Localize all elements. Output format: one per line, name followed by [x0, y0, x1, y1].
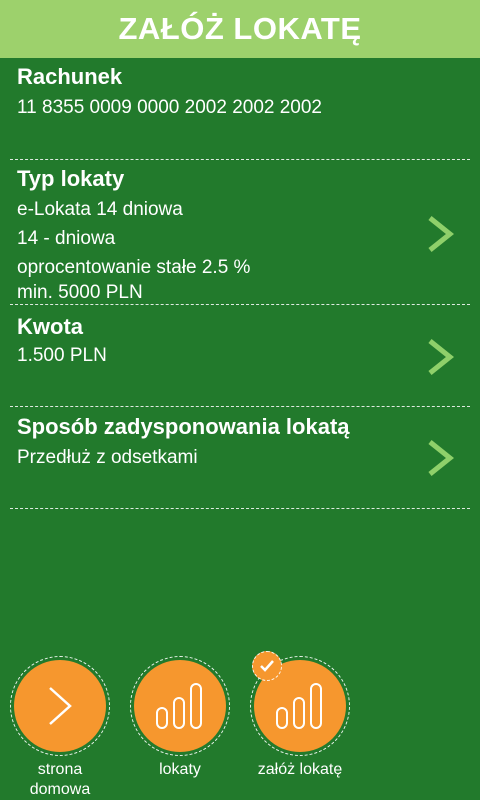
chevron-right-icon[interactable] — [420, 438, 460, 478]
disposition-section[interactable]: Sposób zadysponowania lokatą Przedłuż z … — [0, 407, 480, 509]
nav-home-label: strona domowa — [0, 760, 120, 800]
amount-section[interactable]: Kwota 1.500 PLN — [0, 305, 480, 407]
divider — [10, 508, 470, 509]
amount-value: 1.500 PLN — [17, 345, 107, 366]
page-header: ZAŁÓŻ LOKATĘ — [0, 0, 480, 58]
nav-deposits-label: lokaty — [159, 761, 201, 778]
amount-title: Kwota — [17, 314, 83, 339]
check-icon — [260, 660, 274, 672]
chevron-right-icon[interactable] — [420, 214, 460, 254]
deposit-type-minimum: min. 5000 PLN — [17, 282, 143, 303]
nav-open-deposit-label: załóż lokatę — [257, 761, 343, 778]
disposition-value: Przedłuż z odsetkami — [17, 447, 198, 468]
bars-icon — [156, 683, 202, 729]
nav-home-button[interactable]: strona domowa — [10, 656, 110, 800]
deposit-type-rate: oprocentowanie stałe 2.5 % — [17, 257, 251, 278]
arrow-right-icon — [49, 687, 72, 725]
account-title: Rachunek — [17, 64, 123, 89]
deposit-type-title: Typ lokaty — [17, 166, 125, 191]
nav-home-label-line2: domowa — [29, 781, 91, 798]
deposit-type-section[interactable]: Typ lokaty e-Lokata 14 dniowa 14 - dniow… — [0, 160, 480, 306]
deposit-type-period: 14 - dniowa — [17, 228, 116, 249]
disposition-title: Sposób zadysponowania lokatą — [17, 414, 350, 439]
selected-badge — [252, 651, 282, 681]
chevron-right-icon[interactable] — [420, 337, 460, 377]
nav-open-deposit-button[interactable]: załóż lokatę — [250, 651, 350, 800]
account-section[interactable]: Rachunek 11 8355 0009 0000 2002 2002 200… — [0, 58, 480, 160]
page-title: ZAŁÓŻ LOKATĘ — [118, 11, 362, 46]
account-number: 11 8355 0009 0000 2002 2002 2002 — [17, 97, 323, 118]
nav-deposits-button[interactable]: lokaty — [130, 656, 230, 800]
deposit-type-name: e-Lokata 14 dniowa — [17, 199, 183, 220]
nav-home-label-line1: strona — [37, 761, 83, 778]
bars-icon — [276, 683, 322, 729]
